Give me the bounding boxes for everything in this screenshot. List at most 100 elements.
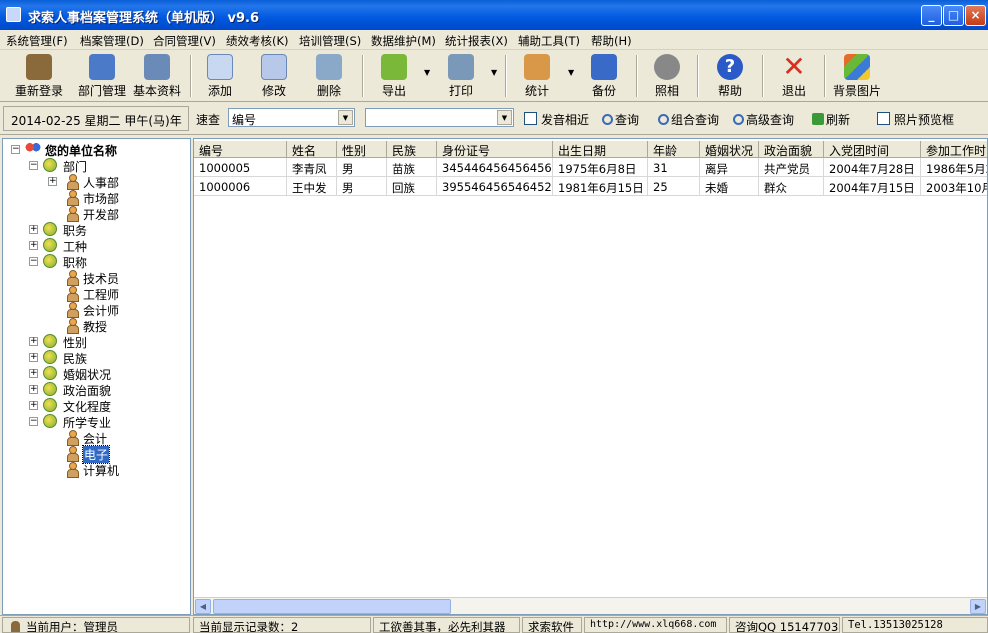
column-header[interactable]: 政治面貌 bbox=[759, 141, 824, 158]
collapse-icon[interactable]: − bbox=[29, 257, 38, 266]
print-button[interactable]: 打印 bbox=[436, 52, 486, 100]
table-cell: 王中发 bbox=[287, 177, 337, 196]
exit-icon: ✕ bbox=[782, 50, 806, 83]
scroll-right-icon[interactable]: ▶ bbox=[970, 599, 986, 614]
column-header[interactable]: 年龄 bbox=[648, 141, 700, 158]
minimize-button[interactable]: _ bbox=[921, 5, 942, 26]
statistics-dropdown-arrow[interactable]: ▼ bbox=[568, 68, 574, 77]
advanced-query-button[interactable]: 高级查询 bbox=[733, 111, 794, 128]
menu-help[interactable]: 帮助(H) bbox=[591, 33, 632, 49]
menu-training[interactable]: 培训管理(S) bbox=[299, 33, 361, 49]
menu-system[interactable]: 系统管理(F) bbox=[6, 33, 68, 49]
edit-button[interactable]: 修改 bbox=[250, 52, 298, 100]
table-row[interactable]: 1000005 李青凤男苗族 345446456456456 1975年6月8日 31 离… bbox=[194, 158, 987, 177]
tree-item[interactable]: 市场部 bbox=[3, 189, 188, 206]
photo-preview-checkbox[interactable] bbox=[877, 112, 890, 125]
sound-alike-checkbox[interactable] bbox=[524, 112, 537, 125]
tree-root[interactable]: − 您的单位名称 bbox=[3, 141, 188, 158]
column-header[interactable]: 出生日期 bbox=[553, 141, 648, 158]
toolbar-separator bbox=[362, 55, 364, 97]
search-icon bbox=[602, 114, 613, 125]
menu-performance[interactable]: 绩效考核(K) bbox=[226, 33, 289, 49]
tree-folder[interactable]: + 婚姻状况 bbox=[3, 365, 188, 382]
table-cell: 2003年10月24日 bbox=[921, 177, 987, 196]
tree-item[interactable]: + 人事部 bbox=[3, 173, 188, 190]
column-header[interactable]: 入党团时间 bbox=[824, 141, 921, 158]
expand-icon[interactable]: + bbox=[29, 337, 38, 346]
scroll-left-icon[interactable]: ◀ bbox=[195, 599, 211, 614]
status-url[interactable]: http://www.xlq668.com bbox=[584, 617, 727, 633]
user-icon bbox=[11, 621, 20, 632]
expand-icon[interactable]: + bbox=[29, 401, 38, 410]
table-cell: 25 bbox=[648, 177, 700, 196]
combo-query-button[interactable]: 组合查询 bbox=[658, 111, 719, 128]
delete-button[interactable]: 删除 bbox=[305, 52, 353, 100]
expand-icon[interactable]: + bbox=[29, 241, 38, 250]
help-button[interactable]: ? 帮助 bbox=[706, 52, 754, 100]
field-select[interactable]: 编号 ▼ bbox=[228, 108, 355, 127]
table-row[interactable]: 1000006 王中发男回族 395546456546452 1981年6月15日 25… bbox=[194, 177, 987, 196]
camera-button[interactable]: 照相 bbox=[643, 52, 691, 100]
relogin-button[interactable]: 重新登录 bbox=[8, 52, 70, 100]
tree-folder[interactable]: − 职称 bbox=[3, 253, 188, 270]
query-button[interactable]: 查询 bbox=[602, 111, 639, 128]
menu-archive[interactable]: 档案管理(D) bbox=[80, 33, 144, 49]
department-button[interactable]: 部门管理 bbox=[72, 52, 132, 100]
column-header[interactable]: 编号 bbox=[194, 141, 287, 158]
menu-reports[interactable]: 统计报表(X) bbox=[445, 33, 508, 49]
tree-item[interactable]: 电子 bbox=[3, 445, 188, 464]
expand-icon[interactable]: + bbox=[29, 225, 38, 234]
tree-item[interactable]: 开发部 bbox=[3, 205, 188, 222]
help-icon: ? bbox=[717, 54, 743, 80]
collapse-icon[interactable]: − bbox=[29, 417, 38, 426]
scroll-thumb[interactable] bbox=[213, 599, 451, 614]
horizontal-scrollbar[interactable]: ◀ ▶ bbox=[194, 597, 987, 614]
menu-contract[interactable]: 合同管理(V) bbox=[153, 33, 216, 49]
tree-folder[interactable]: + 文化程度 bbox=[3, 397, 188, 414]
expand-icon[interactable]: + bbox=[29, 369, 38, 378]
background-image-button[interactable]: 背景图片 bbox=[830, 52, 884, 100]
collapse-icon[interactable]: − bbox=[11, 145, 20, 154]
statistics-button[interactable]: 统计 bbox=[512, 52, 562, 100]
category-icon bbox=[43, 414, 57, 428]
tree-folder[interactable]: + 职务 bbox=[3, 221, 188, 238]
tree-folder[interactable]: − 所学专业 bbox=[3, 413, 188, 430]
department-icon bbox=[89, 54, 115, 80]
expand-icon[interactable]: + bbox=[48, 177, 57, 186]
keyword-select[interactable]: ▼ bbox=[365, 108, 514, 127]
tree-folder[interactable]: + 政治面貌 bbox=[3, 381, 188, 398]
tree-folder[interactable]: + 性别 bbox=[3, 333, 188, 350]
backup-button[interactable]: 备份 bbox=[580, 52, 628, 100]
tree-folder[interactable]: + 民族 bbox=[3, 349, 188, 366]
column-header[interactable]: 姓名 bbox=[287, 141, 337, 158]
tree-folder[interactable]: + 工种 bbox=[3, 237, 188, 254]
column-header[interactable]: 民族 bbox=[387, 141, 437, 158]
column-header[interactable]: 参加工作时间 bbox=[921, 141, 987, 158]
expand-icon[interactable]: + bbox=[29, 353, 38, 362]
column-header[interactable]: 性别 bbox=[337, 141, 387, 158]
tree-item[interactable]: 技术员 bbox=[3, 269, 188, 286]
tree-item[interactable]: 计算机 bbox=[3, 461, 188, 478]
close-button[interactable]: × bbox=[965, 5, 986, 26]
column-header[interactable]: 婚姻状况 bbox=[700, 141, 759, 158]
expand-icon[interactable]: + bbox=[29, 385, 38, 394]
export-button[interactable]: 导出 bbox=[370, 52, 418, 100]
collapse-icon[interactable]: − bbox=[29, 161, 38, 170]
column-header[interactable]: 身份证号 bbox=[437, 141, 553, 158]
tree-item[interactable]: 会计 bbox=[3, 429, 188, 446]
table-cell: 男 bbox=[337, 158, 387, 177]
add-button[interactable]: 添加 bbox=[196, 52, 244, 100]
maximize-button[interactable]: □ bbox=[943, 5, 964, 26]
exit-button[interactable]: ✕ 退出 bbox=[770, 52, 818, 100]
tree-item[interactable]: 工程师 bbox=[3, 285, 188, 302]
refresh-button[interactable]: 刷新 bbox=[812, 111, 850, 128]
tree-folder[interactable]: − 部门 bbox=[3, 157, 188, 174]
menu-data-maintenance[interactable]: 数据维护(M) bbox=[371, 33, 436, 49]
tree-item[interactable]: 教授 bbox=[3, 317, 188, 334]
print-dropdown-arrow[interactable]: ▼ bbox=[491, 68, 497, 77]
export-icon bbox=[381, 54, 407, 80]
tree-item[interactable]: 会计师 bbox=[3, 301, 188, 318]
export-dropdown-arrow[interactable]: ▼ bbox=[424, 68, 430, 77]
menu-tools[interactable]: 辅助工具(T) bbox=[518, 33, 580, 49]
basic-info-button[interactable]: 基本资料 bbox=[130, 52, 184, 100]
